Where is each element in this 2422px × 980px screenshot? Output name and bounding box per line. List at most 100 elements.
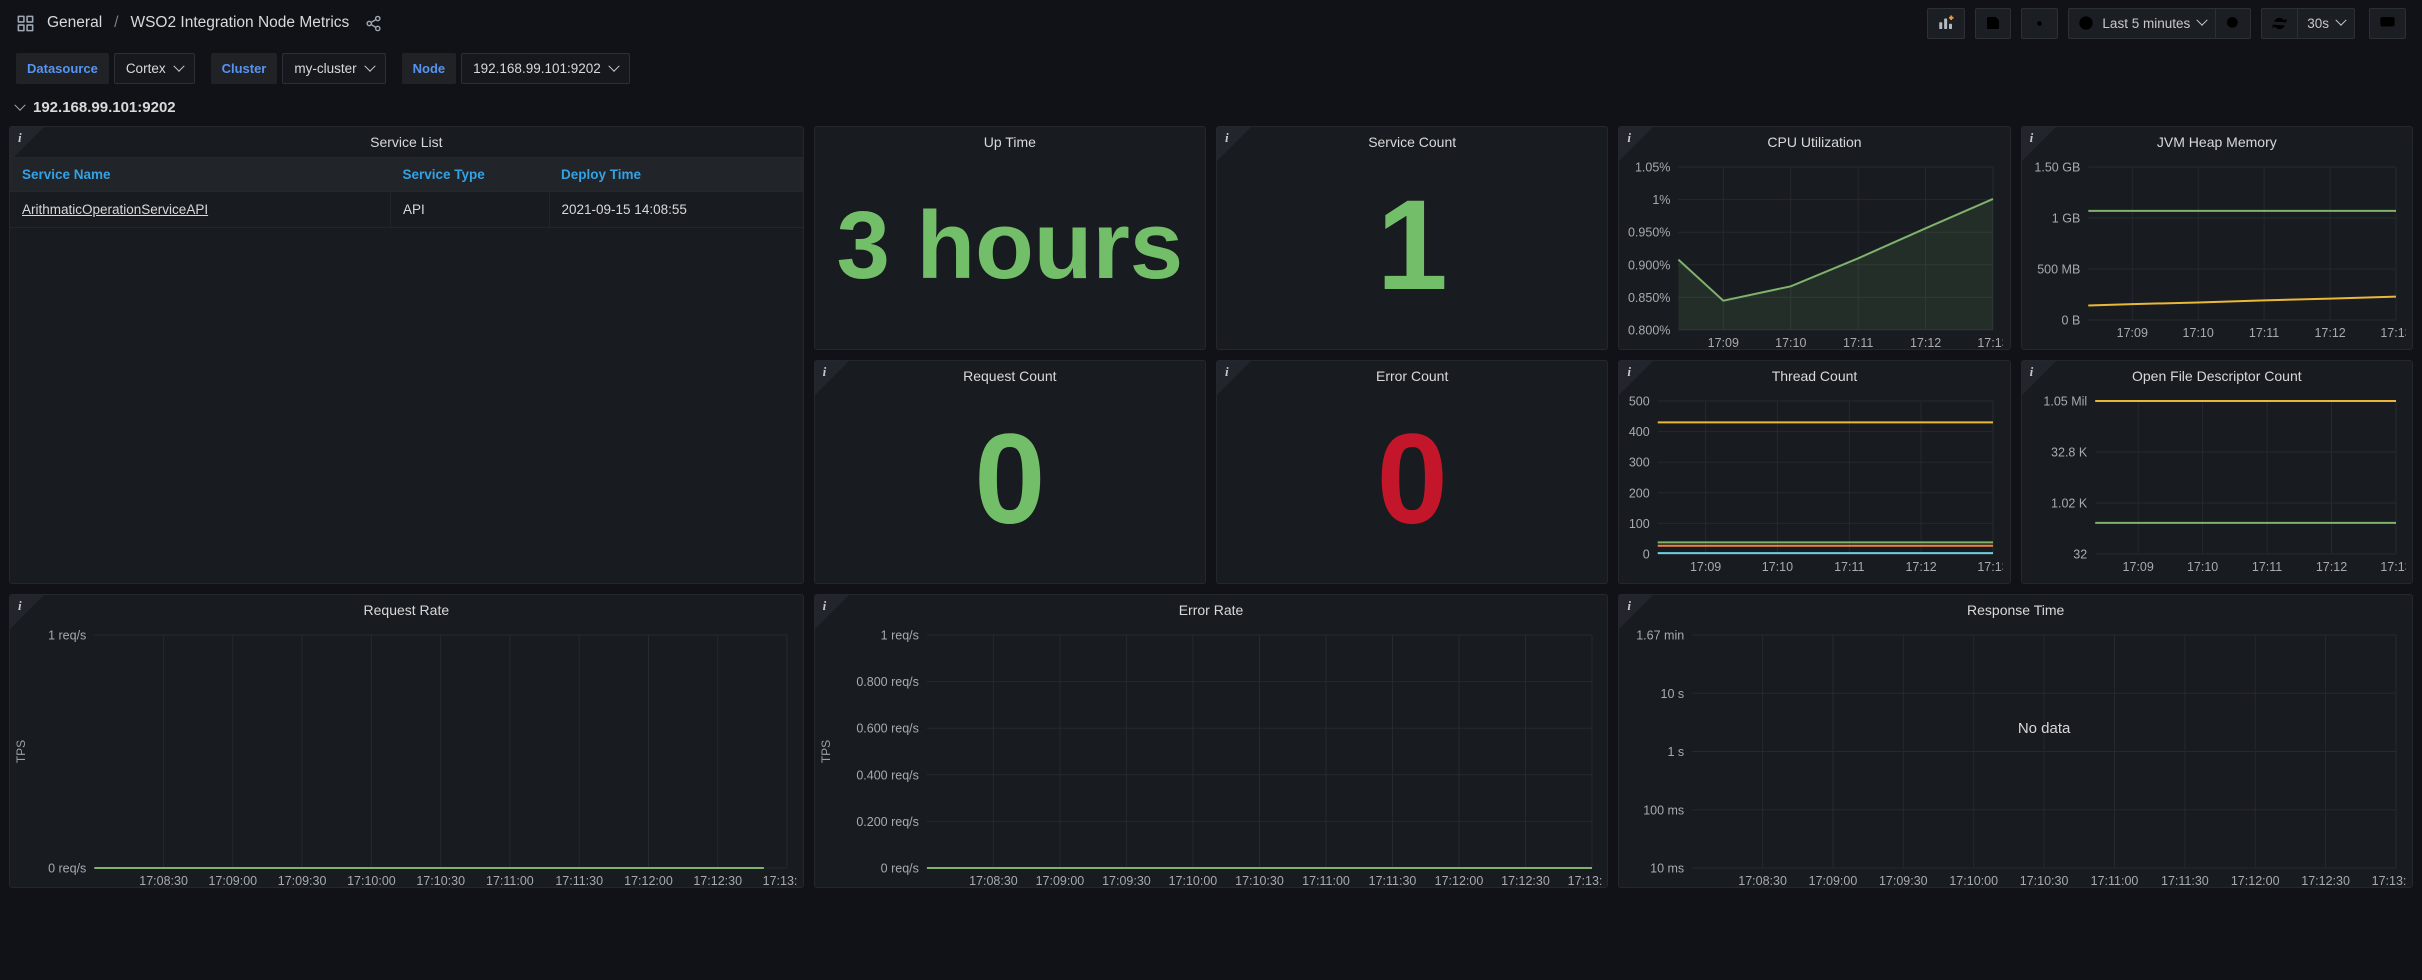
panel-info-corner[interactable] [1619, 595, 1653, 629]
svg-text:17:12: 17:12 [1906, 560, 1937, 574]
dashboard-row-header[interactable]: 192.168.99.101:9202 [0, 93, 2422, 124]
panel-info-corner[interactable] [10, 127, 44, 161]
svg-text:0 B: 0 B [2061, 314, 2080, 328]
svg-text:32.8 K: 32.8 K [2051, 446, 2088, 460]
dashboard-title[interactable]: WSO2 Integration Node Metrics [130, 14, 349, 32]
refresh-interval-picker[interactable]: 30s [2297, 8, 2355, 39]
table-cell: API [390, 192, 549, 228]
svg-text:17:13: 17:13 [2380, 560, 2406, 574]
svg-text:17:12:30: 17:12:30 [1501, 874, 1550, 888]
panel-title-thread-count[interactable]: Thread Count [1619, 361, 2009, 391]
panel-info-corner[interactable] [1619, 361, 1653, 395]
save-dashboard-button[interactable] [1975, 8, 2011, 39]
svg-text:17:11:30: 17:11:30 [2161, 874, 2209, 888]
panel-title-request-count[interactable]: Request Count [815, 361, 1205, 391]
panel-title-error-count[interactable]: Error Count [1217, 361, 1607, 391]
open-file-descriptor-chart[interactable]: 321.02 K32.8 K1.05 Mil17:0917:1017:1117:… [2026, 391, 2406, 581]
svg-text:17:08:30: 17:08:30 [969, 874, 1018, 888]
panel-title-request-rate[interactable]: Request Rate [10, 595, 803, 625]
variable-node: Node 192.168.99.101:9202 [402, 53, 630, 84]
response-time-chart[interactable]: 10 ms100 ms1 s10 s1.67 min17:08:3017:09:… [1623, 625, 2406, 888]
gear-icon [2031, 15, 2048, 32]
time-range-picker[interactable]: Last 5 minutes [2068, 8, 2215, 39]
zoom-out-icon [2225, 15, 2241, 31]
zoom-out-time-button[interactable] [2215, 8, 2251, 39]
panel-title-service-list[interactable]: Service List [10, 127, 803, 157]
error-rate-chart[interactable]: 0 req/s0.200 req/s0.400 req/s0.600 req/s… [819, 625, 1602, 888]
refresh-button[interactable] [2261, 8, 2297, 39]
svg-text:17:09: 17:09 [2122, 560, 2153, 574]
svg-text:17:12: 17:12 [2316, 560, 2347, 574]
svg-text:17:11:00: 17:11:00 [2091, 874, 2139, 888]
variable-cluster-value[interactable]: my-cluster [282, 53, 385, 84]
svg-text:0.950%: 0.950% [1628, 226, 1670, 240]
panel-info-corner[interactable] [815, 361, 849, 395]
panel-response-time: i Response Time 10 ms100 ms1 s10 s1.67 m… [1618, 594, 2413, 888]
table-cell: 2021-09-15 14:08:55 [549, 192, 803, 228]
table-header-deploy-time[interactable]: Deploy Time [549, 158, 803, 192]
svg-text:17:12:00: 17:12:00 [624, 874, 673, 888]
cycle-view-mode-button[interactable] [2369, 8, 2406, 39]
panel-title-cpu-utilization[interactable]: CPU Utilization [1619, 127, 2009, 157]
panel-info-corner[interactable] [2022, 127, 2056, 161]
svg-text:100 ms: 100 ms [1644, 803, 1685, 817]
svg-text:17:11: 17:11 [2252, 560, 2282, 574]
svg-text:17:11:30: 17:11:30 [1368, 874, 1416, 888]
apps-grid-icon[interactable] [16, 14, 35, 33]
svg-text:1.05 Mil: 1.05 Mil [2043, 395, 2087, 409]
panel-info-corner[interactable] [1217, 361, 1251, 395]
monitor-icon [2379, 15, 2396, 32]
svg-text:No data: No data [2018, 720, 2071, 737]
refresh-interval-label: 30s [2307, 16, 2329, 31]
panel-cpu-utilization: i CPU Utilization 0.800%0.850%0.900%0.95… [1618, 126, 2010, 350]
variable-datasource-label: Datasource [16, 53, 109, 84]
panel-title-service-count[interactable]: Service Count [1217, 127, 1607, 157]
panel-title-up-time[interactable]: Up Time [815, 127, 1205, 157]
svg-text:100: 100 [1629, 517, 1650, 531]
panel-title-open-file-descriptor-count[interactable]: Open File Descriptor Count [2022, 361, 2412, 391]
open-file-descriptor-legend: OpenCurrent: 264MaxCurrent: 1.05 Mil [2022, 583, 2412, 584]
svg-text:17:10: 17:10 [1762, 560, 1793, 574]
svg-text:17:09:00: 17:09:00 [208, 874, 257, 888]
service-count-value: 1 [1217, 157, 1607, 349]
svg-text:0.900%: 0.900% [1628, 258, 1670, 272]
dashboard-settings-button[interactable] [2021, 8, 2058, 39]
refresh-controls: 30s [2261, 8, 2355, 39]
panel-request-rate: i Request Rate 0 req/s1 req/s17:08:3017:… [9, 594, 804, 888]
svg-text:17:13: 17:13 [1978, 336, 2004, 350]
time-range-label: Last 5 minutes [2102, 16, 2190, 31]
thread-count-chart[interactable]: 010020030040050017:0917:1017:1117:1217:1… [1623, 391, 2003, 581]
panel-up-time: Up Time 3 hours [814, 126, 1206, 350]
svg-text:500: 500 [1629, 395, 1650, 409]
svg-text:TPS: TPS [819, 740, 833, 763]
svg-text:17:13: 17:13 [1978, 560, 2004, 574]
breadcrumb-section[interactable]: General [47, 14, 102, 32]
panel-info-corner[interactable] [10, 595, 44, 629]
panel-info-corner[interactable] [1217, 127, 1251, 161]
panel-title-jvm-heap-memory[interactable]: JVM Heap Memory [2022, 127, 2412, 157]
svg-text:200: 200 [1629, 486, 1650, 500]
jvm-heap-memory-chart[interactable]: 0 B500 MB1 GB1.50 GB17:0917:1017:1117:12… [2026, 157, 2406, 347]
svg-text:17:10:30: 17:10:30 [2020, 874, 2069, 888]
panel-info-corner[interactable] [815, 595, 849, 629]
variable-cluster-label: Cluster [211, 53, 278, 84]
panel-title-response-time[interactable]: Response Time [1619, 595, 2412, 625]
svg-text:32: 32 [2073, 548, 2087, 562]
service-link[interactable]: ArithmaticOperationServiceAPI [22, 202, 208, 217]
variable-datasource-value[interactable]: Cortex [114, 53, 195, 84]
add-panel-button[interactable] [1927, 8, 1965, 39]
table-header-service-type[interactable]: Service Type [390, 158, 549, 192]
cpu-utilization-chart[interactable]: 0.800%0.850%0.900%0.950%1%1.05%17:0917:1… [1623, 157, 2003, 350]
svg-text:17:09:30: 17:09:30 [278, 874, 327, 888]
topbar-actions: Last 5 minutes 30s [1927, 8, 2406, 39]
share-icon[interactable] [365, 15, 382, 32]
panel-info-corner[interactable] [1619, 127, 1653, 161]
panel-info-corner[interactable] [2022, 361, 2056, 395]
variable-node-label: Node [402, 53, 457, 84]
request-rate-chart[interactable]: 0 req/s1 req/s17:08:3017:09:0017:09:3017… [14, 625, 797, 888]
panel-title-error-rate[interactable]: Error Rate [815, 595, 1608, 625]
chevron-down-icon [364, 60, 375, 71]
svg-text:17:09:00: 17:09:00 [1035, 874, 1084, 888]
variable-node-value[interactable]: 192.168.99.101:9202 [461, 53, 630, 84]
table-header-service-name[interactable]: Service Name [10, 158, 390, 192]
